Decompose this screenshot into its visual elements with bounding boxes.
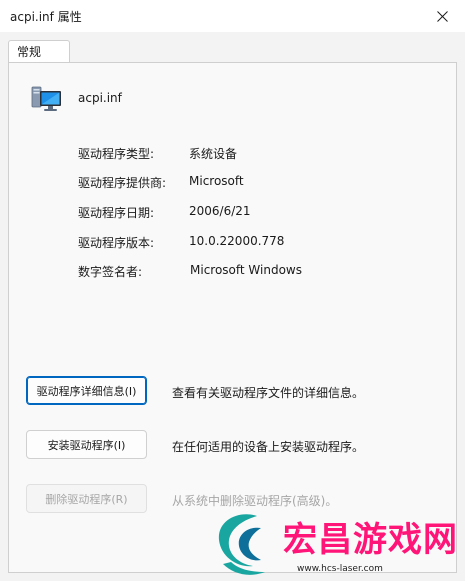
watermark-logo-icon (218, 514, 265, 575)
file-name: acpi.inf (78, 91, 122, 105)
digital-signer-label: 数字签名者: (78, 265, 143, 279)
watermark: 宏昌游戏网 www.hcs-laser.com (205, 506, 465, 581)
digital-signer-value: Microsoft Windows (190, 263, 302, 277)
driver-type-label: 驱动程序类型: (78, 147, 155, 161)
watermark-url: www.hcs-laser.com (297, 564, 383, 574)
close-button[interactable] (419, 0, 465, 32)
driver-details-description: 查看有关驱动程序文件的详细信息。 (172, 386, 365, 400)
driver-version-label: 驱动程序版本: (78, 236, 155, 250)
driver-details-button[interactable]: 驱动程序详细信息(I) (26, 376, 147, 405)
remove-driver-button: 删除驱动程序(R) (26, 484, 147, 513)
tab-general[interactable]: 常规 (8, 40, 70, 62)
watermark-text: 宏昌游戏网 (283, 520, 458, 560)
driver-date-value: 2006/6/21 (189, 204, 251, 218)
driver-type-value: 系统设备 (189, 147, 238, 161)
install-driver-button[interactable]: 安装驱动程序(I) (26, 430, 147, 459)
close-icon (436, 10, 448, 22)
driver-provider-value: Microsoft (189, 174, 244, 188)
driver-date-label: 驱动程序日期: (78, 206, 155, 220)
window-title: acpi.inf 属性 (10, 10, 82, 24)
driver-version-value: 10.0.22000.778 (189, 234, 285, 248)
general-panel: acpi.inf 驱动程序类型: 系统设备 驱动程序提供商: Microsoft… (8, 62, 457, 573)
install-driver-description: 在任何适用的设备上安装驱动程序。 (172, 440, 365, 454)
computer-monitor-icon (31, 86, 61, 111)
driver-provider-label: 驱动程序提供商: (78, 176, 167, 190)
title-bar: acpi.inf 属性 (0, 0, 465, 32)
